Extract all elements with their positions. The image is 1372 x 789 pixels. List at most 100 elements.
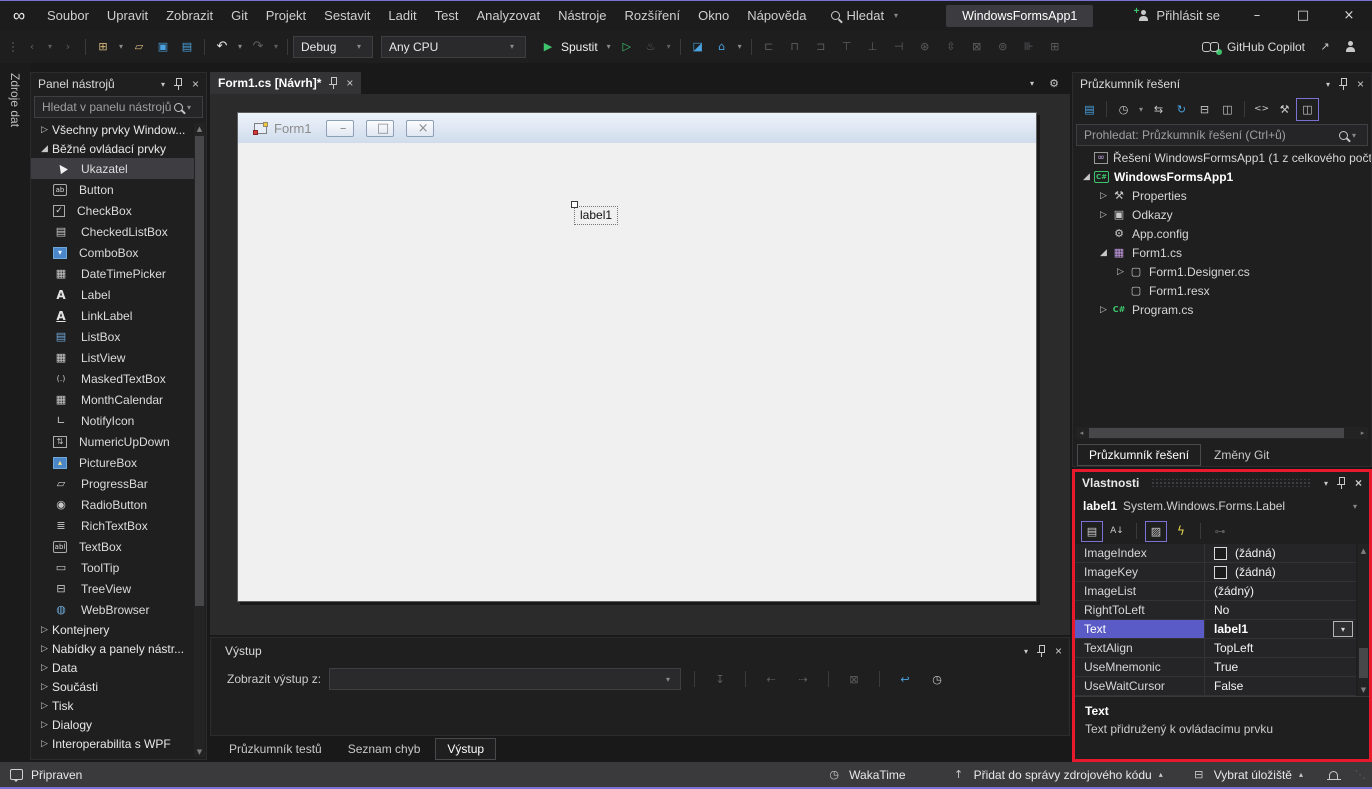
undo-button[interactable]: ↶ bbox=[210, 35, 234, 59]
align-9-icon[interactable]: ⊠ bbox=[965, 35, 989, 59]
resize-grip-icon[interactable]: ⋱ bbox=[1352, 768, 1368, 782]
open-folder-button[interactable]: ▱ bbox=[127, 35, 151, 59]
properties-scrollbar[interactable]: ▲ ▼ bbox=[1358, 544, 1369, 696]
undo-dropdown[interactable]: ▾ bbox=[234, 42, 246, 51]
collapsed-expander-icon[interactable]: ▷ bbox=[1113, 265, 1128, 279]
expanded-expander-icon[interactable]: ◢ bbox=[1079, 170, 1094, 184]
menu-Soubor[interactable]: Soubor bbox=[38, 1, 98, 31]
scrollbar-thumb[interactable] bbox=[1089, 428, 1344, 438]
toolbox-item-LinkLabel[interactable]: A LinkLabel bbox=[31, 305, 194, 326]
scroll-left-icon[interactable]: ◂ bbox=[1076, 427, 1087, 439]
pending-changes-filter-button[interactable]: ◷ bbox=[1112, 98, 1135, 121]
find-in-files-button[interactable]: ◪ bbox=[686, 35, 710, 59]
align-10-icon[interactable]: ⊚ bbox=[991, 35, 1015, 59]
gear-icon[interactable]: ⚙ bbox=[1046, 76, 1062, 90]
redo-dropdown[interactable]: ▾ bbox=[270, 42, 282, 51]
tab-pin-icon[interactable] bbox=[329, 77, 338, 89]
collapsed-expander-icon[interactable]: ▷ bbox=[37, 123, 52, 137]
wakatime-button[interactable]: ◷ WakaTime bbox=[826, 768, 905, 782]
property-name[interactable]: ImageKey bbox=[1075, 563, 1205, 581]
save-all-button[interactable]: ▤ bbox=[175, 35, 199, 59]
collapsed-expander-icon[interactable]: ▷ bbox=[37, 680, 52, 694]
toolbox-item-RadioButton[interactable]: ◉ RadioButton bbox=[31, 494, 194, 515]
property-row-RightToLeft[interactable]: RightToLeft No bbox=[1075, 601, 1356, 620]
hot-reload-dropdown[interactable]: ▾ bbox=[663, 42, 675, 51]
menu-Upravit[interactable]: Upravit bbox=[98, 1, 157, 31]
share-icon[interactable]: ↗ bbox=[1313, 35, 1337, 59]
tree-item-App.config[interactable]: ⚙ App.config bbox=[1073, 224, 1371, 243]
menu-Projekt[interactable]: Projekt bbox=[257, 1, 315, 31]
filter-dropdown[interactable]: ▾ bbox=[1135, 105, 1147, 114]
collapsed-expander-icon[interactable]: ▷ bbox=[37, 642, 52, 656]
sync-namespaces-button[interactable]: ⇆ bbox=[1147, 98, 1170, 121]
events-button[interactable]: ϟ bbox=[1170, 521, 1192, 542]
sign-in-button[interactable]: + Přihlásit se bbox=[1133, 6, 1220, 23]
tree-item-Properties[interactable]: ▷ ⚒ Properties bbox=[1073, 186, 1371, 205]
property-row-UseWaitCursor[interactable]: UseWaitCursor False bbox=[1075, 677, 1356, 696]
property-row-ImageIndex[interactable]: ImageIndex (žádná) bbox=[1075, 544, 1356, 563]
save-button[interactable]: ▣ bbox=[151, 35, 175, 59]
menu-Git[interactable]: Git bbox=[222, 1, 257, 31]
hot-reload-button[interactable]: ♨ bbox=[639, 35, 663, 59]
toolbox-item-WebBrowser[interactable]: ◍ WebBrowser bbox=[31, 599, 194, 620]
toolbox-item-Button[interactable]: ab Button bbox=[31, 179, 194, 200]
toolbox-item-ListBox[interactable]: ▤ ListBox bbox=[31, 326, 194, 347]
start-without-debugging-button[interactable]: ▷ bbox=[615, 35, 639, 59]
menu-Ladit[interactable]: Ladit bbox=[379, 1, 425, 31]
value-dropdown-button[interactable]: ▾ bbox=[1333, 621, 1353, 637]
scroll-down-icon[interactable]: ▼ bbox=[194, 746, 205, 757]
github-copilot-label[interactable]: GitHub Copilot bbox=[1227, 40, 1305, 54]
tab-Změny Git[interactable]: Změny Git bbox=[1203, 444, 1280, 466]
clear-output-button[interactable]: ⊠ bbox=[842, 667, 866, 691]
toolbox-item-TreeView[interactable]: ⊟ TreeView bbox=[31, 578, 194, 599]
property-value[interactable]: (žádný) bbox=[1205, 582, 1356, 600]
toolbox-item-TextBox[interactable]: abl TextBox bbox=[31, 536, 194, 557]
property-row-ImageKey[interactable]: ImageKey (žádná) bbox=[1075, 563, 1356, 582]
menu-Okno[interactable]: Okno bbox=[689, 1, 738, 31]
preview-selected-items-button[interactable]: ◫ bbox=[1296, 97, 1319, 121]
collapsed-expander-icon[interactable]: ▷ bbox=[1096, 189, 1111, 203]
designed-form-window[interactable]: Form1 – □ × label1 bbox=[237, 112, 1037, 602]
collapsed-expander-icon[interactable]: ▷ bbox=[37, 718, 52, 732]
property-value[interactable]: label1 ▾ bbox=[1205, 620, 1356, 638]
toolbox-item-NotifyIcon[interactable]: ∟ NotifyIcon bbox=[31, 410, 194, 431]
alphabetical-button[interactable]: A↓ bbox=[1106, 521, 1128, 542]
data-sources-vertical-tab[interactable]: Zdroje dat bbox=[8, 73, 22, 127]
menu-Analyzovat[interactable]: Analyzovat bbox=[467, 1, 549, 31]
close-icon[interactable]: × bbox=[1055, 644, 1062, 658]
close-button[interactable]: × bbox=[1326, 1, 1372, 31]
align-7-icon[interactable]: ⊛ bbox=[913, 35, 937, 59]
toolbox-scrollbar[interactable]: ▲ ▼ bbox=[194, 123, 205, 757]
property-value[interactable]: (žádná) bbox=[1205, 544, 1356, 562]
toolbox-item-Součásti[interactable]: ▷ Součásti bbox=[31, 677, 194, 696]
menu-Test[interactable]: Test bbox=[426, 1, 468, 31]
properties-view-button[interactable]: ▨ bbox=[1145, 520, 1167, 542]
property-value[interactable]: (žádná) bbox=[1205, 563, 1356, 581]
minimize-button[interactable]: – bbox=[1234, 1, 1280, 31]
pin-icon[interactable] bbox=[1338, 78, 1348, 90]
document-tab-form1[interactable]: Form1.cs [Návrh]* × bbox=[210, 72, 362, 94]
align-5-icon[interactable]: ⊥ bbox=[861, 35, 885, 59]
properties-button[interactable]: ⚒ bbox=[1273, 98, 1296, 121]
feedback-icon[interactable] bbox=[10, 769, 23, 782]
designed-form-titlebar[interactable]: Form1 – □ × bbox=[238, 113, 1036, 143]
window-position-icon[interactable]: ▾ bbox=[1324, 479, 1328, 488]
property-value[interactable]: TopLeft bbox=[1205, 639, 1356, 657]
forms-designer-surface[interactable]: Form1 – □ × label1 bbox=[210, 94, 1070, 635]
pin-icon[interactable] bbox=[173, 78, 183, 90]
menu-Rozšíření[interactable]: Rozšíření bbox=[615, 1, 689, 31]
toolbox-search-input[interactable]: Hledat v panelu nástrojů ▾ bbox=[34, 96, 203, 118]
property-value[interactable]: No bbox=[1205, 601, 1356, 619]
toolbox-item-MaskedTextBox[interactable]: (.) MaskedTextBox bbox=[31, 368, 194, 389]
form-maximize-button[interactable]: □ bbox=[365, 119, 394, 137]
previous-message-button[interactable]: ⇠ bbox=[759, 667, 783, 691]
toolbox-item-Běžné ovládací prvky[interactable]: ◢ Běžné ovládací prvky bbox=[31, 139, 194, 158]
collapsed-expander-icon[interactable]: ▷ bbox=[37, 737, 52, 751]
solution-configuration-select[interactable]: Debug ▾ bbox=[293, 35, 373, 58]
back-icon[interactable]: ‹ bbox=[20, 35, 44, 59]
add-to-source-control-button[interactable]: ↑ Přidat do správy zdrojového kódu ▴ bbox=[951, 768, 1163, 782]
tree-item-Program.cs[interactable]: ▷ C# Program.cs bbox=[1073, 300, 1371, 319]
tree-item-Form1.Designer.cs[interactable]: ▷ ▢ Form1.Designer.cs bbox=[1073, 262, 1371, 281]
align-2-icon[interactable]: ⊓ bbox=[783, 35, 807, 59]
scrollbar-thumb[interactable] bbox=[195, 136, 204, 606]
